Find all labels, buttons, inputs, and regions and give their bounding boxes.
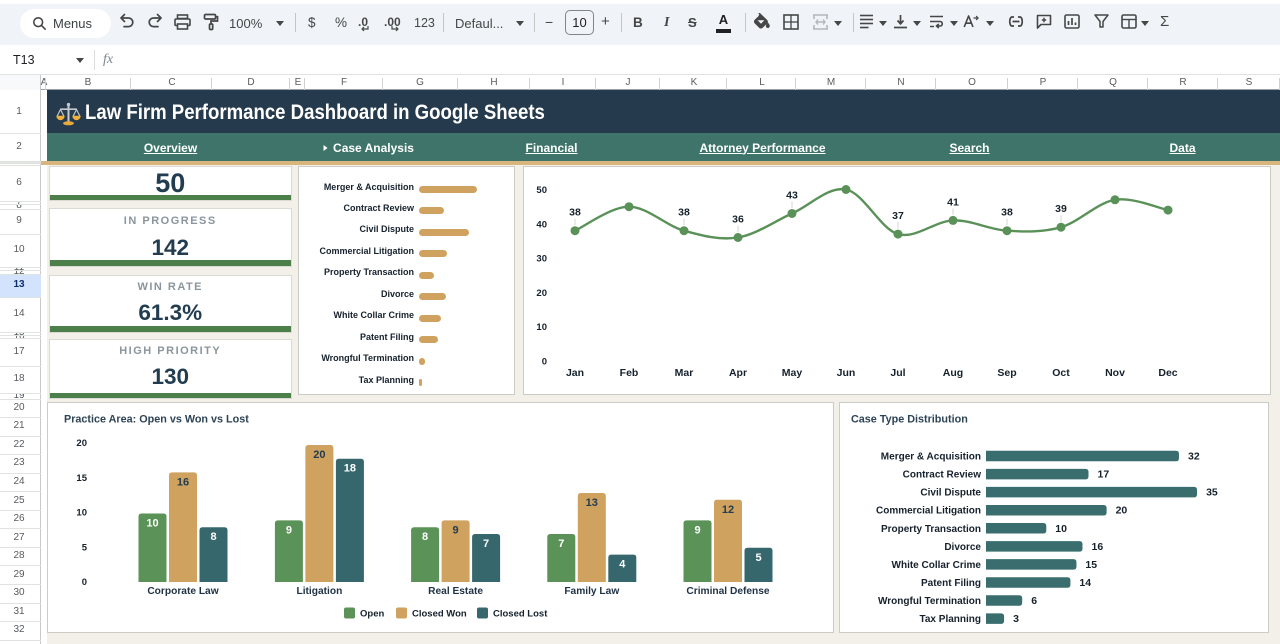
svg-text:40: 40 bbox=[536, 219, 547, 230]
svg-text:15: 15 bbox=[76, 473, 87, 484]
svg-text:Litigation: Litigation bbox=[296, 586, 342, 597]
svg-text:3: 3 bbox=[1013, 613, 1019, 625]
svg-text:Apr: Apr bbox=[729, 367, 747, 379]
svg-text:Property Transaction: Property Transaction bbox=[881, 524, 981, 535]
svg-text:37: 37 bbox=[892, 210, 904, 222]
svg-text:Contract Review: Contract Review bbox=[903, 470, 982, 481]
svg-text:13: 13 bbox=[586, 497, 598, 509]
svg-text:Patent Filing: Patent Filing bbox=[921, 578, 981, 589]
svg-text:Closed Won: Closed Won bbox=[412, 609, 467, 620]
svg-text:Case Type Distribution: Case Type Distribution bbox=[851, 414, 968, 426]
svg-text:Open: Open bbox=[360, 609, 384, 620]
svg-text:Tax Planning: Tax Planning bbox=[920, 614, 982, 625]
svg-text:16: 16 bbox=[177, 476, 189, 488]
svg-text:Civil Dispute: Civil Dispute bbox=[920, 488, 981, 499]
svg-text:10: 10 bbox=[1055, 523, 1067, 535]
svg-text:5: 5 bbox=[755, 552, 761, 564]
svg-text:50: 50 bbox=[536, 185, 547, 196]
svg-text:White Collar Crime: White Collar Crime bbox=[892, 560, 982, 571]
svg-text:0: 0 bbox=[82, 577, 87, 588]
svg-text:43: 43 bbox=[786, 189, 798, 201]
svg-text:41: 41 bbox=[947, 196, 959, 208]
svg-text:7: 7 bbox=[483, 538, 489, 550]
svg-text:Divorce: Divorce bbox=[944, 542, 981, 553]
svg-text:Dec: Dec bbox=[1158, 367, 1177, 379]
svg-text:20: 20 bbox=[313, 449, 325, 461]
svg-text:14: 14 bbox=[1079, 577, 1091, 589]
svg-text:38: 38 bbox=[569, 206, 581, 218]
svg-text:20: 20 bbox=[1116, 505, 1128, 517]
svg-text:15: 15 bbox=[1085, 559, 1097, 571]
svg-text:5: 5 bbox=[82, 542, 88, 553]
svg-text:9: 9 bbox=[286, 524, 292, 536]
svg-text:9: 9 bbox=[694, 524, 700, 536]
svg-text:Practice Area: Open vs Won vs: Practice Area: Open vs Won vs Lost bbox=[64, 414, 249, 426]
svg-text:10: 10 bbox=[536, 322, 547, 333]
svg-text:Criminal Defense: Criminal Defense bbox=[686, 586, 770, 597]
svg-text:Aug: Aug bbox=[943, 367, 963, 379]
svg-text:7: 7 bbox=[558, 538, 564, 550]
svg-text:8: 8 bbox=[422, 531, 428, 543]
svg-text:Sep: Sep bbox=[997, 367, 1016, 379]
svg-text:9: 9 bbox=[453, 524, 459, 536]
svg-text:16: 16 bbox=[1092, 541, 1104, 553]
svg-text:Commercial Litigation: Commercial Litigation bbox=[876, 506, 981, 517]
svg-text:Family Law: Family Law bbox=[564, 586, 619, 597]
svg-text:4: 4 bbox=[619, 559, 626, 571]
svg-text:39: 39 bbox=[1055, 203, 1067, 215]
svg-text:8: 8 bbox=[210, 531, 216, 543]
svg-text:Closed Lost: Closed Lost bbox=[493, 609, 548, 620]
svg-text:10: 10 bbox=[146, 518, 158, 530]
svg-text:10: 10 bbox=[76, 508, 87, 519]
svg-text:35: 35 bbox=[1206, 487, 1218, 499]
svg-text:Jul: Jul bbox=[890, 367, 905, 379]
svg-text:Jun: Jun bbox=[837, 367, 856, 379]
svg-text:6: 6 bbox=[1031, 595, 1037, 607]
svg-text:18: 18 bbox=[344, 463, 356, 475]
svg-text:38: 38 bbox=[1001, 206, 1013, 218]
svg-text:Real Estate: Real Estate bbox=[428, 586, 483, 597]
svg-text:30: 30 bbox=[536, 253, 547, 264]
svg-text:12: 12 bbox=[722, 504, 734, 516]
svg-text:Feb: Feb bbox=[620, 367, 639, 379]
svg-text:Merger & Acquisition: Merger & Acquisition bbox=[881, 452, 981, 463]
svg-text:38: 38 bbox=[678, 206, 690, 218]
svg-text:Jan: Jan bbox=[566, 367, 584, 379]
svg-text:17: 17 bbox=[1098, 469, 1110, 481]
svg-text:Nov: Nov bbox=[1105, 367, 1125, 379]
svg-text:20: 20 bbox=[76, 438, 87, 449]
svg-text:Mar: Mar bbox=[675, 367, 694, 379]
svg-text:0: 0 bbox=[542, 356, 547, 367]
svg-text:20: 20 bbox=[536, 287, 547, 298]
svg-text:36: 36 bbox=[732, 213, 744, 225]
svg-text:32: 32 bbox=[1188, 451, 1200, 463]
svg-text:May: May bbox=[782, 367, 803, 379]
svg-text:Oct: Oct bbox=[1052, 367, 1070, 379]
svg-text:Wrongful Termination: Wrongful Termination bbox=[878, 596, 981, 607]
svg-text:Corporate Law: Corporate Law bbox=[147, 586, 218, 597]
